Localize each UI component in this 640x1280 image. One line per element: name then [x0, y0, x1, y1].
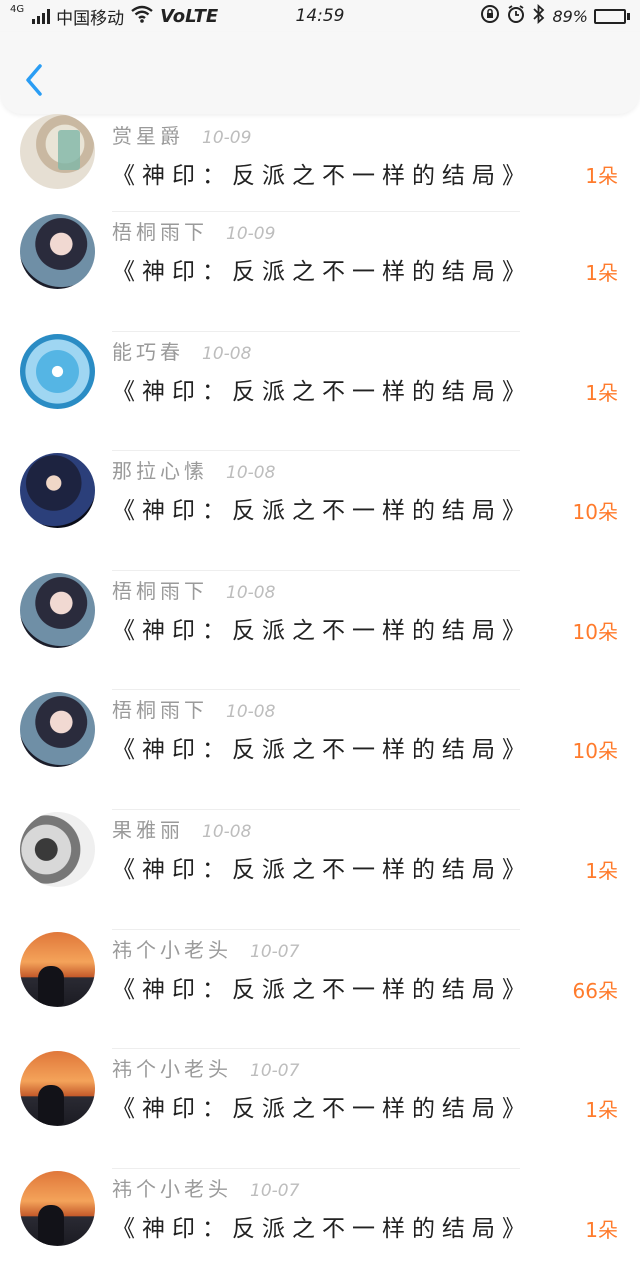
book-title: 《神印：反派之不一样的结局》: [112, 617, 532, 644]
record-date: 10-08: [226, 463, 276, 484]
record-date: 10-07: [250, 1180, 300, 1201]
snowflake-avatar[interactable]: [20, 333, 95, 409]
chevron-left-icon: [26, 64, 42, 96]
record-date: 10-08: [226, 582, 276, 603]
book-title: 《神印：反派之不一样的结局》: [112, 976, 532, 1003]
back-button[interactable]: [20, 60, 50, 100]
flower-amount: 1朵: [585, 261, 618, 285]
battery-icon: [594, 8, 630, 24]
book-title: 《神印：反派之不一样的结局》: [112, 856, 532, 883]
record-date: 10-08: [226, 702, 276, 723]
status-right: 89%: [480, 3, 630, 29]
list-item[interactable]: 祎个小老头 10-07 《神印：反派之不一样的结局》 1朵: [0, 1169, 640, 1280]
status-bar: 4G 中国移动 VoLTE 14:59 89%: [0, 0, 640, 32]
user-name[interactable]: 梧桐雨下: [112, 216, 208, 245]
list-item[interactable]: 梧桐雨下 10-08 《神印：反派之不一样的结局》 10朵: [0, 571, 640, 691]
anime-girl-avatar[interactable]: [20, 572, 95, 648]
anime-girl-avatar[interactable]: [20, 214, 95, 289]
flower-amount: 1朵: [585, 1217, 618, 1242]
anime-girl-avatar[interactable]: [20, 692, 95, 768]
list-item[interactable]: 梧桐雨下 10-09 《神印：反派之不一样的结局》 1朵: [0, 212, 640, 332]
bluetooth-icon: [532, 3, 546, 29]
user-name[interactable]: 梧桐雨下: [112, 575, 208, 604]
record-date: 10-09: [202, 128, 252, 148]
flower-amount: 10朵: [572, 619, 618, 644]
list-item[interactable]: 能巧春 10-08 《神印：反派之不一样的结局》 1朵: [0, 332, 640, 452]
user-name[interactable]: 梧桐雨下: [112, 694, 208, 723]
gift-record-list: 赏星爵 10-09 《神印：反派之不一样的结局》 1朵 梧桐雨下 10-09 《…: [0, 114, 640, 1280]
flower-amount: 10朵: [572, 739, 618, 764]
rotation-lock-icon: [480, 4, 500, 29]
record-date: 10-07: [250, 1061, 300, 1082]
record-date: 10-08: [202, 821, 252, 842]
volte-label: VoLTE: [160, 5, 219, 27]
flower-amount: 1朵: [585, 380, 618, 405]
user-name[interactable]: 能巧春: [112, 336, 184, 365]
book-title: 《神印：反派之不一样的结局》: [112, 498, 532, 525]
book-title: 《神印：反派之不一样的结局》: [112, 737, 532, 764]
item-meta: 祎个小老头 10-07: [112, 1173, 299, 1202]
gift-records-screen: 4G 中国移动 VoLTE 14:59 89% 赏星爵 10-09 《神印：反派…: [0, 0, 640, 1280]
record-date: 10-07: [250, 941, 300, 962]
list-item[interactable]: 梧桐雨下 10-08 《神印：反派之不一样的结局》 10朵: [0, 690, 640, 810]
signal-icon: [32, 8, 51, 24]
flower-amount: 1朵: [585, 164, 618, 188]
item-meta: 祎个小老头 10-07: [112, 1053, 299, 1082]
user-name[interactable]: 那拉心愫: [112, 455, 208, 484]
anime-ninja-avatar[interactable]: [20, 453, 95, 529]
item-meta: 赏星爵 10-09: [112, 120, 251, 149]
book-title: 《神印：反派之不一样的结局》: [112, 1215, 532, 1242]
wifi-icon: [130, 5, 154, 27]
alarm-icon: [506, 4, 526, 29]
user-name[interactable]: 祎个小老头: [112, 1173, 232, 1202]
room-photo-avatar[interactable]: [20, 114, 95, 189]
item-meta: 那拉心愫 10-08: [112, 455, 275, 484]
sunset-silhouette-avatar[interactable]: [20, 931, 95, 1007]
user-name[interactable]: 果雅丽: [112, 814, 184, 843]
item-meta: 果雅丽 10-08: [112, 814, 251, 843]
record-date: 10-08: [202, 343, 252, 364]
list-item[interactable]: 赏星爵 10-09 《神印：反派之不一样的结局》 1朵: [0, 114, 640, 212]
flower-amount: 1朵: [585, 1098, 618, 1123]
record-date: 10-09: [226, 224, 276, 244]
book-title: 《神印：反派之不一样的结局》: [112, 378, 532, 405]
user-name[interactable]: 祎个小老头: [112, 934, 232, 963]
couple-photo-avatar[interactable]: [20, 811, 95, 887]
flower-amount: 10朵: [572, 500, 618, 525]
flower-amount: 1朵: [585, 858, 618, 883]
user-name[interactable]: 赏星爵: [112, 120, 184, 149]
sunset-silhouette-avatar[interactable]: [20, 1051, 95, 1127]
carrier-label: 中国移动: [56, 8, 125, 29]
battery-percent: 89%: [552, 6, 588, 26]
item-meta: 祎个小老头 10-07: [112, 934, 299, 963]
book-title: 《神印：反派之不一样的结局》: [112, 1096, 532, 1123]
item-meta: 能巧春 10-08: [112, 336, 251, 365]
list-item[interactable]: 那拉心愫 10-08 《神印：反派之不一样的结局》 10朵: [0, 451, 640, 571]
book-title: 《神印：反派之不一样的结局》: [112, 259, 532, 285]
sunset-silhouette-avatar[interactable]: [20, 1170, 95, 1246]
item-meta: 梧桐雨下 10-08: [112, 694, 275, 723]
list-item[interactable]: 祎个小老头 10-07 《神印：反派之不一样的结局》 1朵: [0, 1049, 640, 1169]
user-name[interactable]: 祎个小老头: [112, 1053, 232, 1082]
network-type: 4G: [10, 3, 25, 15]
list-item[interactable]: 果雅丽 10-08 《神印：反派之不一样的结局》 1朵: [0, 810, 640, 930]
status-left: 4G 中国移动 VoLTE: [10, 4, 218, 29]
nav-bar: [0, 32, 640, 114]
item-meta: 梧桐雨下 10-09: [112, 216, 275, 245]
list-item[interactable]: 祎个小老头 10-07 《神印：反派之不一样的结局》 66朵: [0, 930, 640, 1050]
item-meta: 梧桐雨下 10-08: [112, 575, 275, 604]
book-title: 《神印：反派之不一样的结局》: [112, 163, 532, 189]
flower-amount: 66朵: [572, 978, 618, 1003]
